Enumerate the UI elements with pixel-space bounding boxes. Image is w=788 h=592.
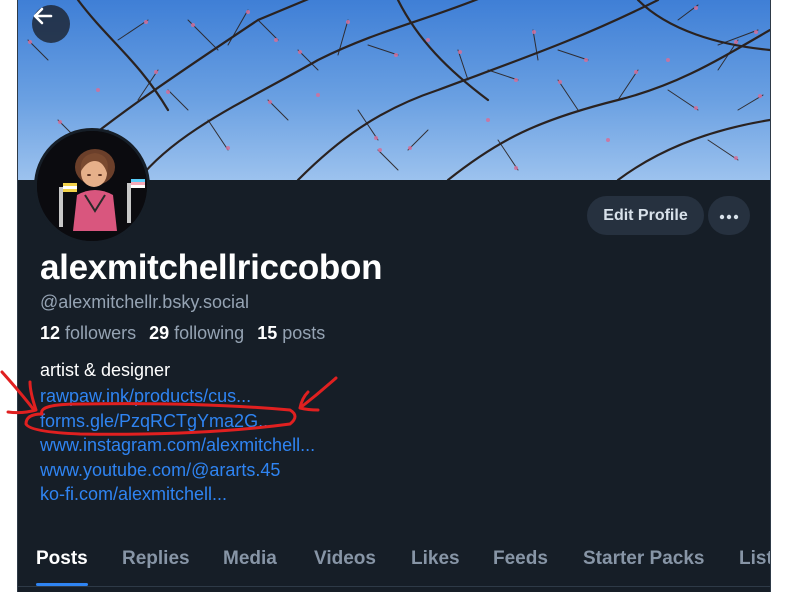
avatar[interactable] xyxy=(34,128,150,244)
tab-media[interactable]: Media xyxy=(223,548,277,570)
more-options-button[interactable] xyxy=(708,196,750,235)
followers-count: 12 xyxy=(40,323,61,343)
tab-posts[interactable]: Posts xyxy=(36,548,88,570)
bio-link[interactable]: ko-fi.com/alexmitchell... xyxy=(40,482,315,507)
profile-tabs: Posts Replies Media Videos Likes Feeds S… xyxy=(18,540,770,588)
ellipsis-icon xyxy=(719,207,739,225)
display-name: alexmitchellriccobon xyxy=(40,248,383,287)
posts-stat: 15 posts xyxy=(257,323,325,343)
followers-label: followers xyxy=(65,323,137,343)
tab-lists[interactable]: Lists xyxy=(739,548,770,570)
following-stat[interactable]: 29 following xyxy=(149,323,244,343)
tab-replies[interactable]: Replies xyxy=(122,548,190,570)
bio-link[interactable]: rawpaw.ink/products/cus... xyxy=(40,384,315,409)
tab-videos[interactable]: Videos xyxy=(314,548,376,570)
tab-starter-packs[interactable]: Starter Packs xyxy=(583,548,704,570)
tabs-divider xyxy=(18,586,770,587)
followers-stat[interactable]: 12 followers xyxy=(40,323,136,343)
right-border xyxy=(770,0,771,592)
avatar-illustration xyxy=(37,131,147,241)
bio-link[interactable]: www.youtube.com/@ararts.45 xyxy=(40,458,315,483)
profile-panel: Edit Profile alexmitchellriccobon @alexm… xyxy=(18,0,770,592)
bio-links: rawpaw.ink/products/cus... forms.gle/Pzq… xyxy=(40,384,315,507)
tab-feeds[interactable]: Feeds xyxy=(493,548,548,570)
bio-text: artist & designer xyxy=(40,360,171,380)
following-label: following xyxy=(174,323,245,343)
handle: @alexmitchellr.bsky.social xyxy=(40,292,250,312)
bio-link[interactable]: forms.gle/PzqRCTgYma2G... xyxy=(40,409,315,434)
following-count: 29 xyxy=(149,323,170,343)
posts-label: posts xyxy=(282,323,326,343)
edit-profile-button[interactable]: Edit Profile xyxy=(587,196,704,235)
posts-count: 15 xyxy=(257,323,278,343)
back-button[interactable] xyxy=(32,5,70,43)
profile-stats: 12 followers 29 following 15 posts xyxy=(40,323,325,344)
tab-likes[interactable]: Likes xyxy=(411,548,460,570)
left-border xyxy=(17,0,18,592)
bio-link[interactable]: www.instagram.com/alexmitchell... xyxy=(40,433,315,458)
